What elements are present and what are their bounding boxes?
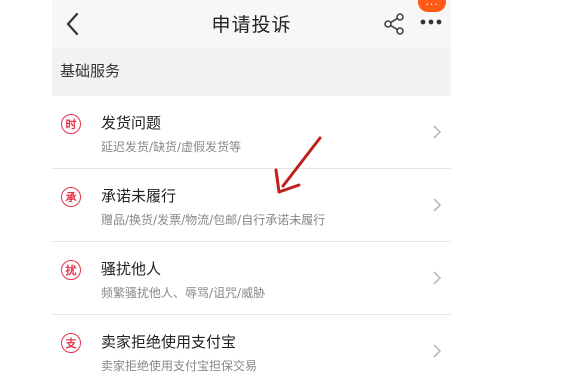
list-item-shipping-issue[interactable]: 时 发货问题 延迟发货/缺货/虚假发货等 (52, 96, 451, 169)
list-item-refuse-alipay[interactable]: 支 卖家拒绝使用支付宝 卖家拒绝使用支付宝担保交易 (52, 315, 451, 378)
navbar: 申请投诉 ··· (52, 0, 451, 48)
item-title: 卖家拒绝使用支付宝 (101, 333, 237, 351)
page: 申请投诉 ··· 基础服务 时 发货问题 延迟发货/缺货/虚假发货等 承 承诺未… (0, 0, 579, 378)
item-title: 骚扰他人 (101, 260, 162, 278)
alipay-badge-icon: 支 (61, 333, 81, 353)
item-title: 发货问题 (101, 114, 162, 132)
more-button[interactable] (416, 8, 446, 36)
share-button[interactable] (380, 10, 408, 38)
app-screen: 申请投诉 ··· 基础服务 时 发货问题 延迟发货/缺货/虚假发货等 承 承诺未… (52, 0, 451, 378)
promise-badge-icon: 承 (61, 187, 81, 207)
chevron-right-icon (431, 269, 443, 287)
chevron-right-icon (431, 342, 443, 360)
more-dots-icon (420, 19, 442, 25)
chevron-right-icon (431, 196, 443, 214)
item-description: 延迟发货/缺货/虚假发货等 (101, 140, 242, 154)
complaint-type-list: 时 发货问题 延迟发货/缺货/虚假发货等 承 承诺未履行 赠品/换货/发票/物流… (52, 96, 451, 378)
section-title: 基础服务 (60, 62, 121, 80)
list-item-promise-unfulfilled[interactable]: 承 承诺未履行 赠品/换货/发票/物流/包邮/自行承诺未履行 (52, 169, 451, 242)
item-description: 赠品/换货/发票/物流/包邮/自行承诺未履行 (101, 213, 326, 227)
harass-badge-icon: 扰 (61, 260, 81, 280)
share-icon (384, 13, 404, 35)
chevron-right-icon (431, 123, 443, 141)
item-title: 承诺未履行 (101, 187, 177, 205)
item-description: 卖家拒绝使用支付宝担保交易 (101, 359, 258, 373)
list-item-harassment[interactable]: 扰 骚扰他人 频繁骚扰他人、辱骂/诅咒/威胁 (52, 242, 451, 315)
item-description: 频繁骚扰他人、辱骂/诅咒/威胁 (101, 286, 266, 300)
time-badge-icon: 时 (61, 114, 81, 134)
